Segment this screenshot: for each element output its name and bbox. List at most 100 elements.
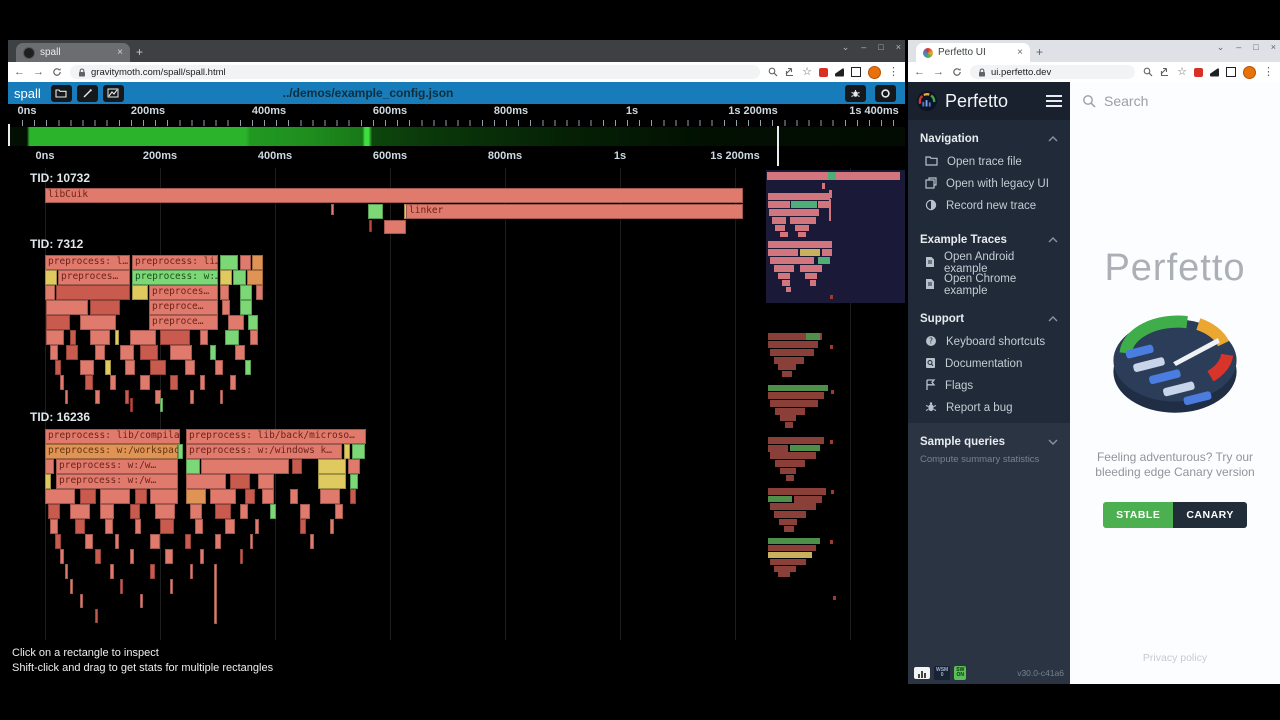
flame-bar[interactable] (210, 489, 236, 504)
flame-bar[interactable] (150, 360, 166, 375)
flame-bar[interactable] (155, 504, 175, 519)
chevron-down-icon[interactable] (1048, 436, 1058, 448)
flame-bar[interactable] (130, 398, 133, 412)
flame-bar[interactable] (70, 330, 76, 345)
flame-bar[interactable] (132, 285, 148, 300)
flame-bar[interactable] (310, 534, 314, 549)
flame-bar[interactable]: preprocess: w:/workspac… (45, 444, 178, 459)
flame-bar[interactable] (248, 315, 258, 330)
sidebar-item-keyboard-shortcuts[interactable]: ?Keyboard shortcuts (920, 331, 1058, 353)
flame-bar[interactable] (120, 345, 134, 360)
flame-bar[interactable] (384, 220, 406, 234)
flame-bar[interactable] (50, 519, 58, 534)
new-tab-button[interactable]: + (136, 45, 143, 59)
flame-bar[interactable] (65, 564, 68, 579)
profile-avatar[interactable] (868, 66, 881, 79)
flame-bar[interactable] (60, 375, 64, 390)
browser-tab-perfetto[interactable]: Perfetto UI × (916, 43, 1030, 62)
flame-bar[interactable] (150, 489, 178, 504)
flame-bar[interactable] (70, 579, 73, 594)
flame-bar[interactable] (240, 549, 243, 564)
flame-bar[interactable] (90, 330, 110, 345)
flame-bar[interactable] (185, 534, 191, 549)
canary-button[interactable]: CANARY (1173, 502, 1247, 528)
flame-bar[interactable] (220, 255, 238, 270)
back-icon[interactable]: ← (14, 67, 25, 78)
flame-bar[interactable]: linker (406, 204, 743, 219)
minimize-icon[interactable]: – (861, 42, 866, 53)
flame-bar[interactable] (60, 549, 64, 564)
flame-bar[interactable]: preprocess: l… (45, 255, 130, 270)
extension-dark-icon[interactable] (1210, 68, 1219, 77)
flame-bar[interactable] (46, 315, 70, 330)
sidebar-item-report-a-bug[interactable]: Report a bug (920, 397, 1058, 419)
tab-close-icon[interactable]: × (117, 47, 123, 58)
flame-bar[interactable] (215, 534, 221, 549)
flame-bar[interactable] (45, 459, 54, 474)
flame-bar[interactable] (46, 330, 64, 345)
sidebar-item-record-new-trace[interactable]: Record new trace (920, 195, 1058, 217)
chevron-up-icon[interactable] (1048, 313, 1058, 325)
flame-bar[interactable] (130, 549, 134, 564)
flame-bar[interactable]: preprocess: w:/w… (56, 474, 178, 489)
flame-bar[interactable] (230, 474, 250, 489)
sidebar-section-header[interactable]: Navigation (920, 133, 1058, 145)
extension-box-icon[interactable] (851, 67, 861, 77)
flame-bar[interactable] (222, 300, 230, 315)
flame-bar[interactable] (80, 360, 94, 375)
flame-bar[interactable]: preprocess: lib/compila… (45, 429, 180, 444)
flame-bar[interactable] (195, 519, 203, 534)
flame-bar[interactable] (233, 270, 246, 285)
reload-icon[interactable] (952, 67, 962, 77)
flame-bar[interactable] (80, 489, 96, 504)
forward-icon[interactable]: → (33, 67, 44, 78)
search-bar[interactable]: Search (1070, 82, 1280, 120)
flame-bar[interactable] (45, 474, 51, 489)
flame-bar[interactable] (352, 444, 365, 459)
address-bar[interactable]: gravitymoth.com/spall/spall.html (70, 65, 760, 79)
menu-kebab-icon[interactable]: ⋮ (888, 67, 899, 78)
flame-bar[interactable] (55, 534, 61, 549)
profile-avatar[interactable] (1243, 66, 1256, 79)
flame-bar[interactable] (125, 360, 135, 375)
flame-bar[interactable] (95, 345, 105, 360)
flame-bar[interactable] (350, 489, 356, 504)
bookmark-star-icon[interactable]: ☆ (802, 67, 812, 78)
flame-bar[interactable] (235, 345, 245, 360)
flame-bar[interactable] (190, 390, 194, 404)
new-tab-button[interactable]: + (1036, 45, 1043, 59)
flame-bar[interactable] (290, 489, 298, 504)
flame-bar[interactable] (201, 459, 289, 474)
sidebar-item-documentation[interactable]: Documentation (920, 353, 1058, 375)
flame-bar[interactable] (252, 255, 263, 270)
flame-bar[interactable] (330, 519, 334, 534)
flame-bar[interactable] (245, 360, 251, 375)
flame-bar[interactable] (140, 345, 158, 360)
flame-bar[interactable] (247, 270, 263, 285)
flame-bar[interactable] (240, 285, 252, 300)
flame-bar[interactable] (125, 390, 129, 404)
flame-bar[interactable] (215, 360, 223, 375)
flame-bar[interactable] (95, 390, 100, 404)
flame-bar[interactable] (186, 489, 206, 504)
flame-bar[interactable] (318, 474, 346, 489)
zoom-icon[interactable] (1143, 67, 1153, 77)
flame-bar[interactable] (50, 345, 58, 360)
flame-bar[interactable] (210, 345, 216, 360)
flame-bar[interactable] (368, 204, 383, 219)
flame-bar[interactable] (70, 504, 90, 519)
flame-bar[interactable] (160, 330, 190, 345)
flame-bar[interactable] (270, 504, 276, 519)
flame-bar[interactable] (240, 255, 251, 270)
flame-bar[interactable] (135, 489, 147, 504)
flame-bar[interactable] (80, 315, 116, 330)
flame-bar[interactable] (292, 459, 302, 474)
flame-bar[interactable] (178, 444, 183, 459)
flame-bar[interactable] (160, 519, 174, 534)
flame-bar[interactable] (135, 519, 141, 534)
share-icon[interactable] (1160, 67, 1170, 77)
flame-bar[interactable] (110, 564, 114, 579)
flame-bar[interactable] (100, 504, 114, 519)
flame-bar[interactable] (45, 270, 57, 285)
sidebar-item-open-with-legacy-ui[interactable]: Open with legacy UI (920, 173, 1058, 195)
